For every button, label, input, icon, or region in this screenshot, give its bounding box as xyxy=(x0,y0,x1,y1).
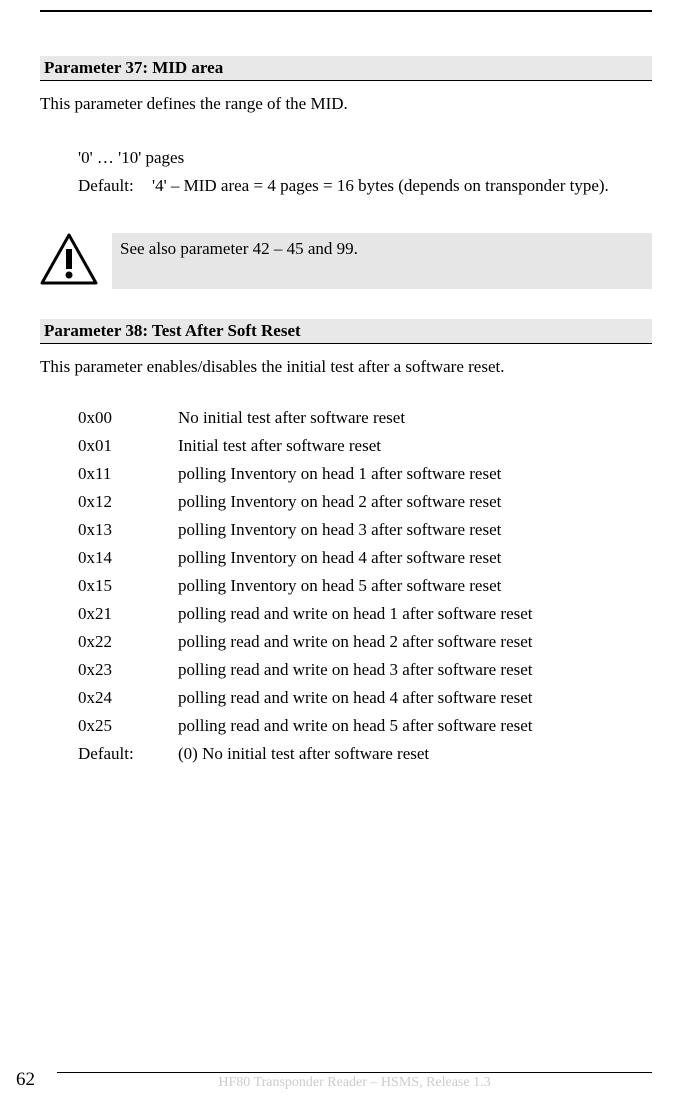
top-rule xyxy=(40,10,652,12)
param38-header: Parameter 38: Test After Soft Reset xyxy=(40,319,652,344)
value-row: 0x14polling Inventory on head 4 after so… xyxy=(78,548,652,568)
value-desc: Initial test after software reset xyxy=(178,436,652,456)
value-desc: polling Inventory on head 4 after softwa… xyxy=(178,548,652,568)
value-row: 0x13polling Inventory on head 3 after so… xyxy=(78,520,652,540)
param37-description: This parameter defines the range of the … xyxy=(40,91,652,117)
value-row: 0x21polling read and write on head 1 aft… xyxy=(78,604,652,624)
value-row: 0x23polling read and write on head 3 aft… xyxy=(78,660,652,680)
value-row: 0x22polling read and write on head 2 aft… xyxy=(78,632,652,652)
value-desc: polling Inventory on head 1 after softwa… xyxy=(178,464,652,484)
value-desc: (0) No initial test after software reset xyxy=(178,744,652,764)
value-row: 0x15polling Inventory on head 5 after so… xyxy=(78,576,652,596)
value-desc: polling read and write on head 3 after s… xyxy=(178,660,652,680)
param37-default-label: Default: xyxy=(78,173,152,199)
value-code: 0x24 xyxy=(78,688,178,708)
footer: 62 HF80 Transponder Reader – HSMS, Relea… xyxy=(0,1069,682,1091)
value-desc: polling Inventory on head 3 after softwa… xyxy=(178,520,652,540)
footer-text: HF80 Transponder Reader – HSMS, Release … xyxy=(57,1075,652,1091)
value-row: Default:(0) No initial test after softwa… xyxy=(78,744,652,764)
value-code: 0x01 xyxy=(78,436,178,456)
value-desc: polling read and write on head 5 after s… xyxy=(178,716,652,736)
value-row: 0x24polling read and write on head 4 aft… xyxy=(78,688,652,708)
page-number: 62 xyxy=(16,1069,35,1091)
param37-header: Parameter 37: MID area xyxy=(40,56,652,81)
value-code: 0x00 xyxy=(78,408,178,428)
value-desc: polling Inventory on head 2 after softwa… xyxy=(178,492,652,512)
value-code: 0x12 xyxy=(78,492,178,512)
param37-details: '0' … '10' pages Default: '4' – MID area… xyxy=(78,145,652,200)
value-row: 0x00No initial test after software reset xyxy=(78,408,652,428)
warning-icon xyxy=(40,233,98,285)
value-code: 0x14 xyxy=(78,548,178,568)
value-row: 0x01Initial test after software reset xyxy=(78,436,652,456)
footer-rule xyxy=(57,1072,652,1073)
value-row: 0x11polling Inventory on head 1 after so… xyxy=(78,464,652,484)
note-row: See also parameter 42 – 45 and 99. xyxy=(40,233,652,289)
value-code: 0x11 xyxy=(78,464,178,484)
param37-default-value: '4' – MID area = 4 pages = 16 bytes (dep… xyxy=(152,173,652,199)
value-desc: polling Inventory on head 5 after softwa… xyxy=(178,576,652,596)
value-desc: polling read and write on head 4 after s… xyxy=(178,688,652,708)
value-code: 0x25 xyxy=(78,716,178,736)
value-code: 0x13 xyxy=(78,520,178,540)
value-code: Default: xyxy=(78,744,178,764)
value-row: 0x25polling read and write on head 5 aft… xyxy=(78,716,652,736)
value-row: 0x12polling Inventory on head 2 after so… xyxy=(78,492,652,512)
param38-values: 0x00No initial test after software reset… xyxy=(78,408,652,764)
value-code: 0x15 xyxy=(78,576,178,596)
value-desc: No initial test after software reset xyxy=(178,408,652,428)
value-desc: polling read and write on head 2 after s… xyxy=(178,632,652,652)
value-code: 0x21 xyxy=(78,604,178,624)
value-code: 0x23 xyxy=(78,660,178,680)
value-code: 0x22 xyxy=(78,632,178,652)
param37-default-row: Default: '4' – MID area = 4 pages = 16 b… xyxy=(78,173,652,199)
param37-range: '0' … '10' pages xyxy=(78,145,652,171)
note-box: See also parameter 42 – 45 and 99. xyxy=(112,233,652,289)
param38-description: This parameter enables/disables the init… xyxy=(40,354,652,380)
value-desc: polling read and write on head 1 after s… xyxy=(178,604,652,624)
